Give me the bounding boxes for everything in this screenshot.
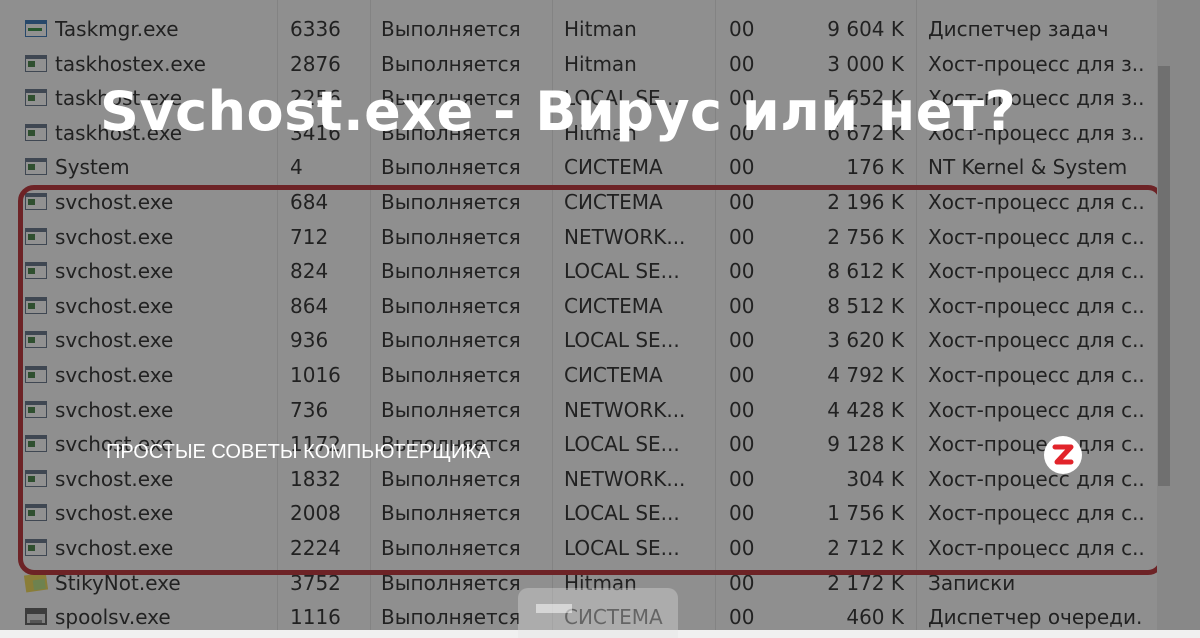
channel-name[interactable]: ПРОСТЫЕ СОВЕТЫ КОМПЬЮТЕРЩИКА [106,441,490,464]
headline: Svchost.exe - Вирус или нет? [100,80,1017,143]
zen-logo-icon[interactable] [1044,436,1082,474]
window-icon [518,588,678,638]
